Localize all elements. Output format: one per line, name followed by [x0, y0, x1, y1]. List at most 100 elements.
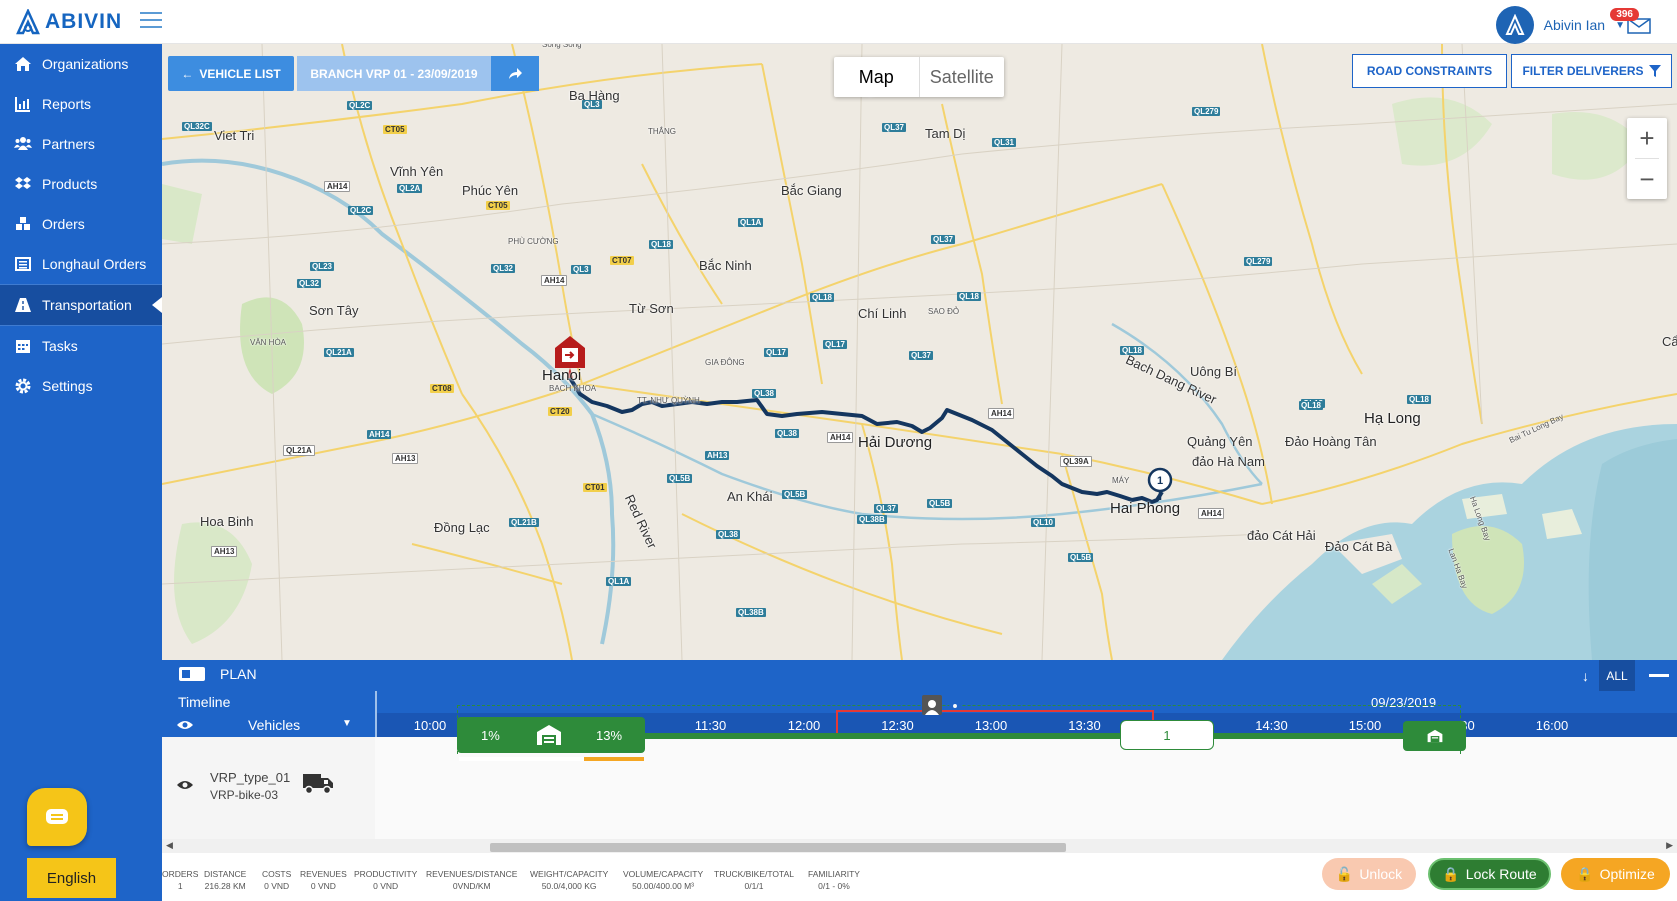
optimize-button[interactable]: 🔒 Optimize	[1561, 858, 1670, 890]
road-shield: QL38	[752, 389, 777, 398]
filter-deliverers-label: FILTER DELIVERERS	[1522, 64, 1644, 78]
vehicle-row-info[interactable]: VRP_type_01 VRP-bike-03	[162, 737, 375, 839]
brand-name: ABIVIN	[45, 10, 123, 33]
road-shield: QL18	[957, 292, 982, 301]
sidebar-item-transportation[interactable]: Transportation	[0, 285, 162, 325]
stat-label: PRODUCTIVITY	[354, 869, 418, 879]
map-view[interactable]: 1 Viet Tri Vĩnh Yên Phúc Yên Ba Hàng Bắc Gia…	[162, 44, 1677, 660]
map-small-label: Song Sông	[542, 44, 582, 49]
sidebar-item-partners[interactable]: Partners	[0, 124, 162, 164]
map-place-label: đảo Cát Hải	[1247, 528, 1316, 543]
depot-end-bar[interactable]	[1403, 721, 1466, 751]
road-shield: QL5B	[1068, 553, 1094, 562]
road-shield: QL38B	[736, 608, 766, 617]
arrow-down-icon[interactable]: ↓	[1582, 668, 1589, 684]
sidebar-item-longhaul-orders[interactable]: Longhaul Orders	[0, 244, 162, 284]
language-button[interactable]: English	[27, 858, 116, 898]
scroll-right-icon[interactable]: ▶	[1666, 840, 1673, 851]
sidebar-item-organizations[interactable]: Organizations	[0, 44, 162, 84]
filter-deliverers-button[interactable]: FILTER DELIVERERS	[1511, 54, 1672, 88]
load-progress-fill	[584, 757, 644, 761]
road-shield: QL2C	[347, 101, 373, 110]
driver-avatar[interactable]	[922, 695, 942, 715]
calendar-icon	[14, 337, 32, 355]
bar-left-percent: 1%	[481, 727, 500, 743]
stat-familiarity: FAMILIARITY 0/1 - 0%	[808, 868, 860, 892]
minimize-icon[interactable]	[1649, 674, 1669, 677]
sidebar-item-settings[interactable]: Settings	[0, 366, 162, 406]
map-type-map-button[interactable]: Map	[834, 57, 919, 97]
stat-label: WEIGHT/CAPACITY	[530, 869, 609, 879]
sidebar: Organizations Reports Partners Products Orde…	[0, 44, 162, 901]
user-menu[interactable]: Abivin Ian ▼	[1495, 6, 1625, 44]
zoom-in-button[interactable]: +	[1627, 118, 1667, 158]
road-shield: QL32C	[182, 122, 212, 131]
map-place-label: Hanoi	[542, 367, 582, 384]
vehicle-list-button[interactable]: ← VEHICLE LIST	[168, 56, 294, 91]
eye-icon[interactable]	[948, 701, 962, 711]
depot-start-bar[interactable]: 1% 13%	[457, 717, 645, 753]
map-place-label: Hạ Long	[1364, 410, 1421, 427]
map-place-label: Đảo Cát Bà	[1325, 539, 1393, 554]
unlock-button[interactable]: 🔓 Unlock	[1322, 858, 1416, 890]
road-constraints-button[interactable]: ROAD CONSTRAINTS	[1352, 54, 1507, 88]
map-place-label: Từ Sơn	[629, 301, 674, 316]
chevron-down-icon[interactable]: ▼	[1615, 20, 1625, 31]
scrollbar-thumb[interactable]	[490, 843, 1066, 852]
map-type-toggle: Map Satellite	[834, 57, 1004, 97]
stop-block[interactable]: 1	[1120, 720, 1214, 750]
brand-logo[interactable]: ABIVIN	[16, 6, 122, 38]
share-button[interactable]	[491, 56, 539, 91]
user-name[interactable]: Abivin Ian	[1544, 17, 1605, 33]
arrow-left-icon: ←	[181, 66, 194, 81]
chat-icon	[46, 809, 68, 824]
sidebar-item-products[interactable]: Products	[0, 164, 162, 204]
chat-button[interactable]	[27, 788, 87, 846]
map-small-label: VĂN HÒA	[250, 338, 287, 347]
users-icon	[14, 135, 32, 153]
vehicles-column-header[interactable]: Vehicles ▼	[162, 713, 376, 737]
scroll-left-icon[interactable]: ◀	[166, 840, 173, 851]
eye-icon[interactable]	[176, 719, 194, 731]
avatar[interactable]	[1495, 6, 1534, 44]
notification-badge[interactable]: 396	[1610, 8, 1639, 21]
zoom-out-button[interactable]: −	[1627, 159, 1667, 199]
sidebar-item-label: Longhaul Orders	[42, 256, 147, 272]
lock-route-button[interactable]: 🔒 Lock Route	[1428, 858, 1551, 890]
panel-toggle-icon[interactable]	[178, 666, 206, 682]
stat-value: 1	[177, 881, 183, 891]
road-shield: AH14	[541, 275, 568, 286]
branch-selector[interactable]: BRANCH VRP 01 - 23/09/2019	[297, 56, 491, 91]
road-shield: QL32	[297, 279, 322, 288]
sidebar-item-reports[interactable]: Reports	[0, 84, 162, 124]
stat-orders: ORDERS 1	[162, 868, 198, 892]
sidebar-item-tasks[interactable]: Tasks	[0, 326, 162, 366]
stat-label: FAMILIARITY	[808, 869, 860, 879]
horizontal-scrollbar[interactable]: ◀ ▶	[162, 839, 1677, 853]
road-shield: QL21B	[509, 518, 539, 527]
all-button[interactable]: ALL	[1599, 660, 1635, 691]
user-avatar-icon	[1505, 14, 1525, 35]
road-shield: QL1A	[606, 577, 632, 586]
stat-value: 0 VND	[373, 881, 399, 891]
vehicle-name: VRP-bike-03	[210, 788, 279, 802]
road-shield: QL18	[649, 240, 674, 249]
sidebar-item-label: Organizations	[42, 56, 129, 72]
map-type-satellite-button[interactable]: Satellite	[918, 57, 1005, 97]
truck-icon	[303, 774, 333, 795]
road-shield: QL38	[716, 530, 741, 539]
road-shield: QL38B	[857, 515, 887, 524]
vehicle-type: VRP_type_01	[210, 770, 291, 785]
menu-toggle-icon[interactable]	[140, 12, 162, 30]
road-shield: QL3	[571, 265, 591, 274]
unlock-label: Unlock	[1359, 866, 1403, 882]
sidebar-item-orders[interactable]: Orders	[0, 204, 162, 244]
map-small-label: THẮNG	[648, 127, 676, 136]
timeline-label: Timeline	[178, 694, 231, 710]
map-place-label: Viet Tri	[214, 128, 255, 143]
eye-icon[interactable]	[176, 779, 194, 791]
road-shield: AH13	[705, 451, 730, 460]
road-shield: AH14	[324, 181, 351, 192]
caret-down-icon[interactable]: ▼	[342, 718, 352, 729]
road-shield: QL32	[491, 264, 516, 273]
